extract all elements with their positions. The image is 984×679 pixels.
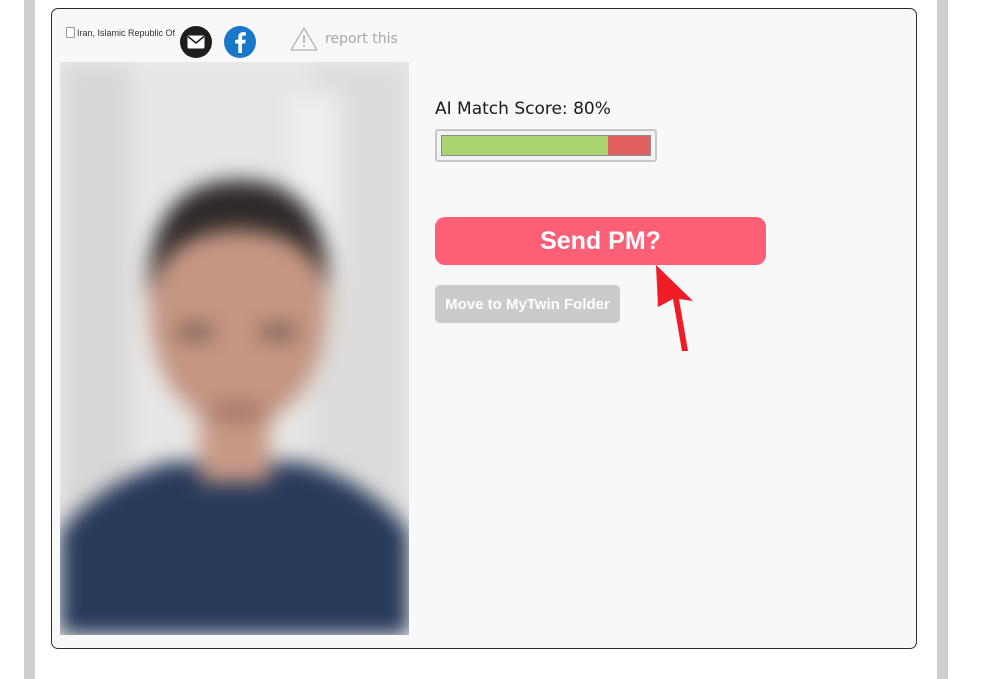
email-share-button[interactable] bbox=[180, 26, 212, 58]
facebook-icon bbox=[235, 32, 246, 53]
annotation-arrow-icon bbox=[656, 265, 693, 351]
profile-photo bbox=[60, 62, 409, 635]
report-link[interactable]: report this bbox=[289, 26, 398, 52]
page: Iran, Islamic Republic Of report this AI… bbox=[0, 0, 984, 679]
match-score-track bbox=[441, 135, 651, 156]
email-icon bbox=[187, 35, 205, 49]
country-flag: Iran, Islamic Republic Of bbox=[66, 27, 175, 38]
send-pm-button[interactable]: Send PM? bbox=[435, 217, 766, 265]
profile-card: Iran, Islamic Republic Of report this AI… bbox=[51, 8, 917, 649]
match-score-bar bbox=[435, 129, 657, 162]
move-to-folder-button[interactable]: Move to MyTwin Folder bbox=[435, 285, 620, 323]
ai-match-score: AI Match Score: 80% bbox=[435, 99, 611, 119]
country-flag-alt: Iran, Islamic Republic Of bbox=[77, 27, 176, 38]
broken-image-icon bbox=[66, 27, 75, 38]
match-score-fill bbox=[442, 136, 609, 155]
facebook-share-button[interactable] bbox=[224, 26, 256, 58]
report-label: report this bbox=[325, 31, 398, 47]
right-border-bar bbox=[937, 0, 948, 679]
warning-icon bbox=[290, 27, 318, 51]
match-score-remainder bbox=[608, 136, 650, 155]
left-border-bar bbox=[24, 0, 35, 679]
